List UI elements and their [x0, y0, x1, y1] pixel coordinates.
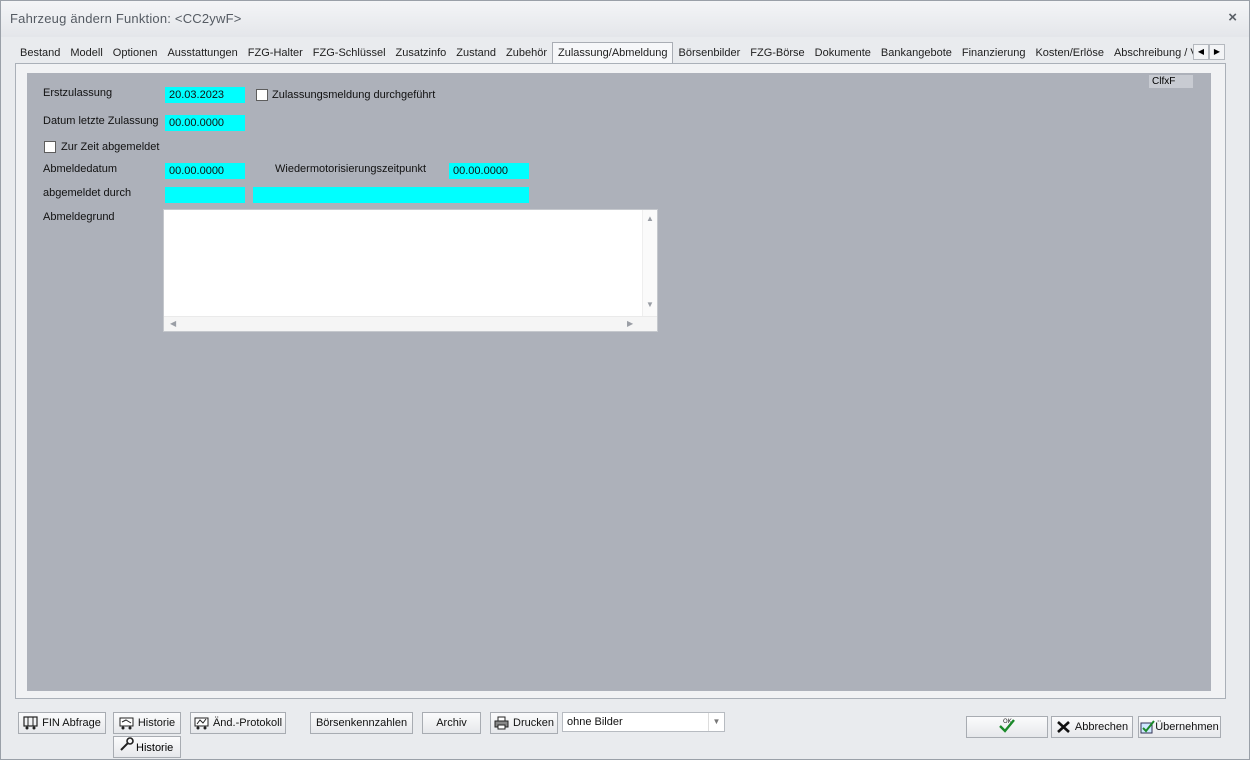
tab-kosten-erlöse[interactable]: Kosten/Erlöse	[1030, 43, 1108, 64]
abmeldedatum-field[interactable]: 00.00.0000	[165, 163, 245, 179]
historie-button[interactable]: Historie	[113, 712, 181, 734]
abgemeldet-durch-label: abgemeldet durch	[43, 187, 132, 199]
apply-check-icon	[1140, 720, 1155, 734]
fin-abfrage-button[interactable]: FIN Abfrage	[18, 712, 106, 734]
historie-sub-button[interactable]: Historie	[113, 736, 181, 758]
zulassungsmeldung-label: Zulassungsmeldung durchgeführt	[272, 89, 436, 101]
tab-börsenbilder[interactable]: Börsenbilder	[673, 43, 745, 64]
car-protocol-icon	[194, 716, 209, 730]
abmeldegrund-label: Abmeldegrund	[43, 211, 115, 223]
datum-letzte-zulassung-label: Datum letzte Zulassung	[43, 115, 159, 127]
tab-zubehör[interactable]: Zubehör	[501, 43, 552, 64]
tab-fzg-börse[interactable]: FZG-Börse	[745, 43, 809, 64]
window-title: Fahrzeug ändern Funktion: <CC2ywF>	[10, 11, 242, 26]
tab-fzg-schlüssel[interactable]: FZG-Schlüssel	[308, 43, 391, 64]
tab-ausstattungen[interactable]: Ausstattungen	[162, 43, 242, 64]
scroll-right-icon[interactable]: ▶	[627, 319, 633, 328]
zur-zeit-abgemeldet-label: Zur Zeit abgemeldet	[61, 141, 160, 153]
memo-vertical-scrollbar[interactable]: ▲ ▼	[642, 210, 657, 317]
tab-scroll-left-icon[interactable]: ◀	[1193, 44, 1209, 60]
car-grid-icon	[23, 716, 38, 730]
historie-sub-label: Historie	[136, 742, 174, 754]
archiv-button[interactable]: Archiv	[422, 712, 481, 734]
abmeldedatum-label: Abmeldedatum	[43, 163, 117, 175]
wiedermotorisierung-label: Wiedermotorisierungszeitpunkt	[275, 163, 427, 175]
close-icon[interactable]: ×	[1228, 9, 1237, 26]
wrench-icon	[114, 737, 136, 758]
abmeldegrund-memo[interactable]: ▲ ▼ ◀ ▶	[163, 209, 658, 332]
tab-optionen[interactable]: Optionen	[108, 43, 163, 64]
boersenkennzahlen-button[interactable]: Börsenkennzahlen	[310, 712, 413, 734]
ok-button[interactable]: OK	[966, 716, 1048, 738]
memo-horizontal-scrollbar[interactable]: ◀ ▶	[164, 316, 657, 331]
historie-label: Historie	[137, 717, 176, 729]
abgemeldet-durch-name-field[interactable]	[253, 187, 529, 203]
scroll-left-icon[interactable]: ◀	[170, 319, 176, 328]
uebernehmen-button[interactable]: Übernehmen	[1138, 716, 1221, 738]
scroll-up-icon[interactable]: ▲	[646, 214, 654, 223]
datum-letzte-zulassung-field[interactable]: 00.00.0000	[165, 115, 245, 131]
tab-bankangebote[interactable]: Bankangebote	[876, 43, 957, 64]
erstzulassung-label: Erstzulassung	[43, 87, 113, 99]
tab-fzg-halter[interactable]: FZG-Halter	[243, 43, 308, 64]
abgemeldet-durch-code-field[interactable]	[165, 187, 245, 203]
zulassungsmeldung-checkbox[interactable]	[256, 89, 268, 101]
car-history-icon	[119, 716, 134, 730]
cancel-x-icon	[1056, 720, 1071, 734]
tab-zulassung-abmeldung[interactable]: Zulassung/Abmeldung	[552, 42, 674, 64]
tab-finanzierung[interactable]: Finanzierung	[957, 43, 1031, 64]
tab-dokumente[interactable]: Dokumente	[810, 43, 876, 64]
bilder-select-value: ohne Bilder	[567, 716, 623, 728]
tab-strip: Bestand Modell Optionen Ausstattungen FZG-Ha…	[15, 42, 1227, 64]
tab-modell[interactable]: Modell	[65, 43, 107, 64]
tab-bestand[interactable]: Bestand	[15, 43, 65, 64]
tab-abschreibung-v[interactable]: Abschreibung / V	[1109, 43, 1203, 64]
drucken-button[interactable]: Drucken	[490, 712, 558, 734]
fin-abfrage-label: FIN Abfrage	[42, 717, 101, 729]
chevron-down-icon[interactable]: ▼	[708, 713, 724, 731]
uebernehmen-label: Übernehmen	[1155, 721, 1219, 733]
vehicle-edit-window: Fahrzeug ändern Funktion: <CC2ywF> × Bes…	[0, 0, 1250, 760]
tab-scroll-right-icon[interactable]: ▶	[1209, 44, 1225, 60]
title-bar: Fahrzeug ändern Funktion: <CC2ywF> ×	[1, 1, 1249, 37]
bilder-select[interactable]: ohne Bilder ▼	[562, 712, 725, 732]
aend-protokoll-label: Änd.-Protokoll	[212, 717, 283, 729]
tab-zusatzinfo[interactable]: Zusatzinfo	[391, 43, 452, 64]
abbrechen-label: Abbrechen	[1074, 721, 1129, 733]
erstzulassung-field[interactable]: 20.03.2023	[165, 87, 245, 103]
drucken-label: Drucken	[513, 717, 554, 729]
abbrechen-button[interactable]: Abbrechen	[1051, 716, 1133, 738]
aend-protokoll-button[interactable]: Änd.-Protokoll	[190, 712, 286, 734]
status-badge: ClfxF	[1149, 75, 1193, 88]
zur-zeit-abgemeldet-checkbox[interactable]	[44, 141, 56, 153]
printer-icon	[494, 716, 509, 730]
ok-check-icon: OK	[998, 718, 1016, 736]
scroll-down-icon[interactable]: ▼	[646, 300, 654, 309]
tab-zustand[interactable]: Zustand	[451, 43, 501, 64]
wiedermotorisierung-field[interactable]: 00.00.0000	[449, 163, 529, 179]
